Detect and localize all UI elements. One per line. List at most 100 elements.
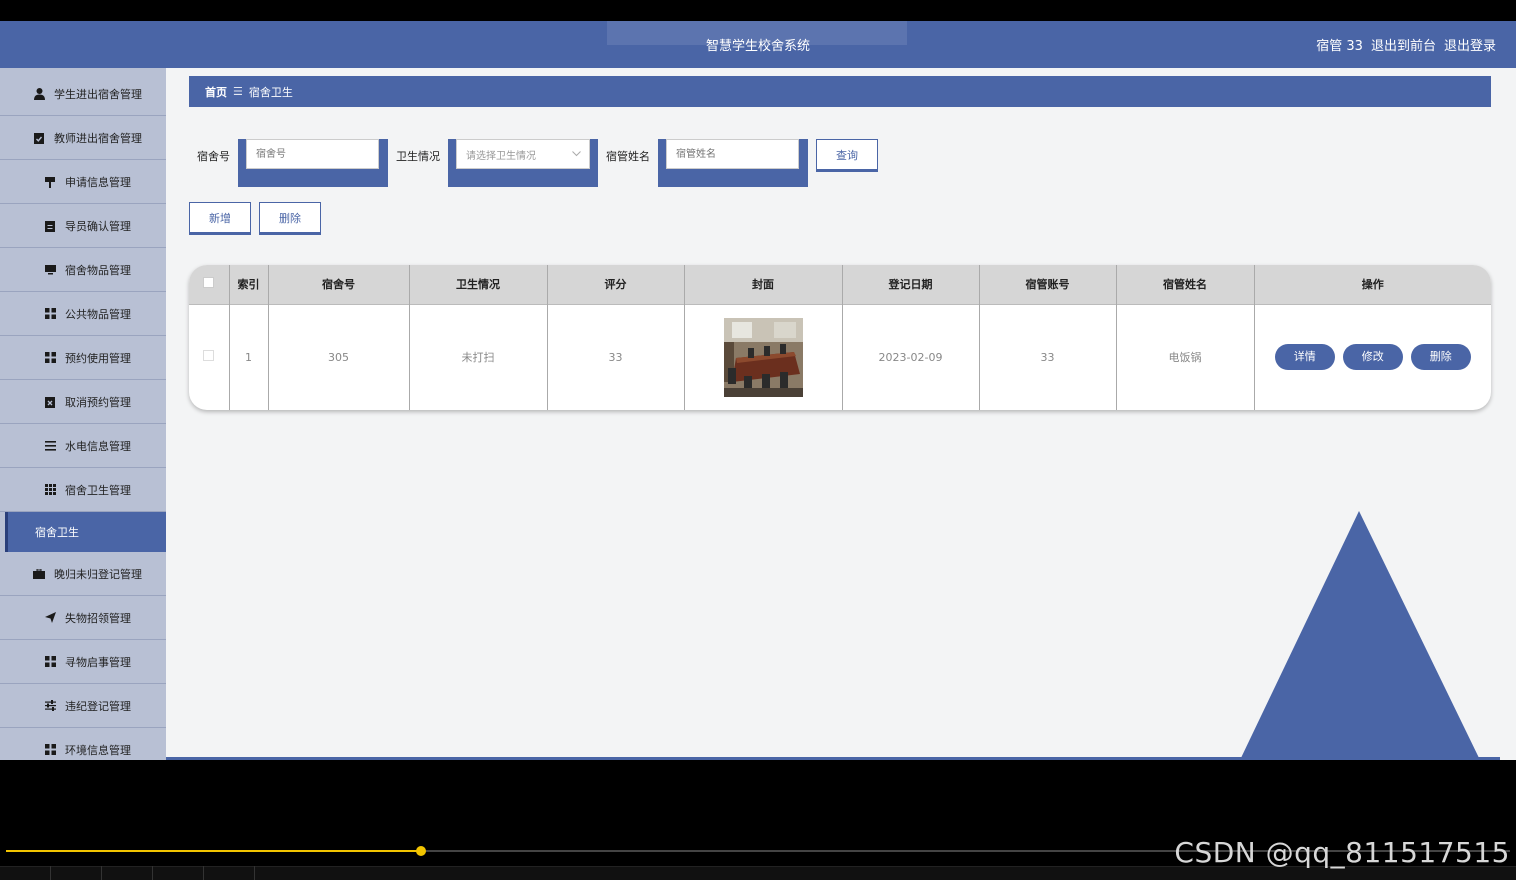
cover-image[interactable]	[723, 317, 803, 397]
sidebar-item-label: 环境信息管理	[65, 743, 131, 757]
seek-handle[interactable]	[416, 846, 426, 856]
sidebar-item-utilities[interactable]: 水电信息管理	[0, 424, 166, 468]
column-header: 宿管账号	[979, 265, 1117, 304]
control-divider	[50, 866, 51, 880]
clipboard-check-icon	[32, 131, 46, 145]
sidebar-item-label: 水电信息管理	[65, 439, 131, 453]
delete-button[interactable]: 删除	[259, 202, 321, 235]
sidebar-item-label: 导员确认管理	[65, 219, 131, 233]
breadcrumb-home[interactable]: 首页	[205, 84, 227, 100]
manager-input[interactable]	[666, 139, 799, 169]
sliders-icon	[43, 699, 57, 713]
table-icon	[43, 483, 57, 497]
hygiene-field-wrap: 请选择卫生情况	[448, 139, 598, 187]
app-body: 学生进出宿舍管理 教师进出宿舍管理 申请信息管理 导员确认管理 宿舍物品管理 公…	[0, 68, 1516, 760]
select-all-checkbox[interactable]	[203, 277, 215, 289]
sidebar-item-label: 宿舍卫生管理	[65, 483, 131, 497]
breadcrumb: 首页 ☰ 宿舍卫生	[189, 76, 1491, 107]
grid-icon	[43, 743, 57, 757]
hygiene-select[interactable]: 请选择卫生情况	[456, 139, 590, 169]
sidebar-item-late-return[interactable]: 晚归未归登记管理	[0, 552, 166, 596]
select-all-header	[189, 265, 230, 304]
row-select-cell	[189, 303, 230, 410]
table-header-row: 索引 宿舍号 卫生情况 评分 封面 登记日期 宿管账号 宿管姓名 操作	[189, 265, 1491, 304]
grid-icon	[43, 307, 57, 321]
hygiene-select-placeholder: 请选择卫生情况	[466, 150, 536, 162]
column-header: 封面	[684, 265, 843, 304]
sidebar-item-counselor-confirm[interactable]: 导员确认管理	[0, 204, 166, 248]
row-checkbox[interactable]	[203, 350, 215, 362]
sidebar-item-lost-notice[interactable]: 寻物启事管理	[0, 640, 166, 684]
watermark-text: CSDN @qq_811517515	[1174, 836, 1510, 869]
sidebar-item-cancel-reservation[interactable]: 取消预约管理	[0, 380, 166, 424]
add-button[interactable]: 新增	[189, 202, 251, 235]
control-divider	[101, 866, 102, 880]
index-cell: 1	[229, 303, 269, 410]
column-header: 操作	[1254, 265, 1491, 304]
manager-field-wrap	[658, 139, 808, 187]
sidebar-item-label: 宿舍物品管理	[65, 263, 131, 277]
exit-to-front-link[interactable]: 退出到前台	[1371, 35, 1436, 54]
logout-link[interactable]: 退出登录	[1444, 35, 1496, 54]
app-header: 智慧学生校舍系统 宿管 33 退出到前台 退出登录	[0, 21, 1516, 68]
control-divider	[203, 866, 204, 880]
operations-cell: 详情 修改 删除	[1254, 303, 1491, 410]
hygiene-label: 卫生情况	[396, 150, 440, 163]
sidebar-item-label: 晚归未归登记管理	[54, 567, 142, 581]
sidebar-item-label: 教师进出宿舍管理	[54, 131, 142, 145]
grid-icon	[43, 655, 57, 669]
send-icon	[43, 611, 57, 625]
room-input[interactable]	[246, 139, 379, 169]
manager-label: 宿管姓名	[606, 150, 650, 163]
sidebar-item-lost-found[interactable]: 失物招领管理	[0, 596, 166, 640]
control-divider	[152, 866, 153, 880]
seek-progress	[6, 850, 421, 852]
clipboard-icon	[43, 219, 57, 233]
row-delete-button[interactable]: 删除	[1410, 344, 1471, 371]
header-user-menu: 宿管 33 退出到前台 退出登录	[1316, 35, 1496, 54]
user-icon	[32, 87, 46, 101]
column-header: 评分	[547, 265, 685, 304]
top-black-band	[0, 0, 1516, 21]
sidebar-item-student-access[interactable]: 学生进出宿舍管理	[0, 72, 166, 116]
column-header: 登记日期	[842, 265, 980, 304]
monitor-icon	[43, 263, 57, 277]
sidebar-item-discipline[interactable]: 违纪登记管理	[0, 684, 166, 728]
account-cell: 33	[979, 303, 1117, 410]
detail-button[interactable]: 详情	[1274, 344, 1335, 371]
room-field-wrap	[238, 139, 388, 187]
sidebar-item-public-goods[interactable]: 公共物品管理	[0, 292, 166, 336]
manager-name-cell: 电饭锅	[1116, 303, 1255, 410]
column-header: 宿管姓名	[1116, 265, 1255, 304]
data-table: 索引 宿舍号 卫生情况 评分 封面 登记日期 宿管账号 宿管姓名 操作 1 30…	[189, 265, 1491, 410]
column-header: 索引	[229, 265, 269, 304]
current-user: 宿管 33	[1316, 39, 1363, 54]
sidebar-item-label: 学生进出宿舍管理	[54, 87, 142, 101]
sidebar-item-application[interactable]: 申请信息管理	[0, 160, 166, 204]
query-button[interactable]: 查询	[816, 139, 878, 172]
main-content: 首页 ☰ 宿舍卫生 宿舍号 卫生情况 请选择卫生情况 宿管姓名	[166, 68, 1516, 760]
sidebar-item-label: 取消预约管理	[65, 395, 131, 409]
hygiene-cell: 未打扫	[409, 303, 548, 410]
sidebar-item-teacher-access[interactable]: 教师进出宿舍管理	[0, 116, 166, 160]
app-title: 智慧学生校舍系统	[705, 39, 810, 54]
sidebar-item-label: 预约使用管理	[65, 351, 131, 365]
breadcrumb-separator: ☰	[233, 85, 243, 98]
sidebar-subitem-dorm-hygiene[interactable]: 宿舍卫生	[5, 512, 166, 552]
chevron-down-icon	[572, 149, 581, 160]
screen: 智慧学生校舍系统 宿管 33 退出到前台 退出登录 学生进出宿舍管理 教师进出宿…	[0, 0, 1516, 880]
date-cell: 2023-02-09	[842, 303, 980, 410]
flag-icon	[43, 175, 57, 189]
sidebar-item-label: 失物招领管理	[65, 611, 131, 625]
video-player-bar: CSDN @qq_811517515	[0, 760, 1516, 880]
score-cell: 33	[547, 303, 685, 410]
sidebar-item-hygiene-mgmt[interactable]: 宿舍卫生管理	[0, 468, 166, 512]
sidebar-item-dorm-goods[interactable]: 宿舍物品管理	[0, 248, 166, 292]
edit-button[interactable]: 修改	[1342, 344, 1403, 371]
sidebar-item-environment[interactable]: 环境信息管理	[0, 728, 166, 760]
sidebar-item-reservation[interactable]: 预约使用管理	[0, 336, 166, 380]
sidebar: 学生进出宿舍管理 教师进出宿舍管理 申请信息管理 导员确认管理 宿舍物品管理 公…	[0, 68, 166, 760]
column-header: 卫生情况	[409, 265, 548, 304]
decorative-triangle	[1240, 511, 1480, 760]
column-header: 宿舍号	[268, 265, 410, 304]
